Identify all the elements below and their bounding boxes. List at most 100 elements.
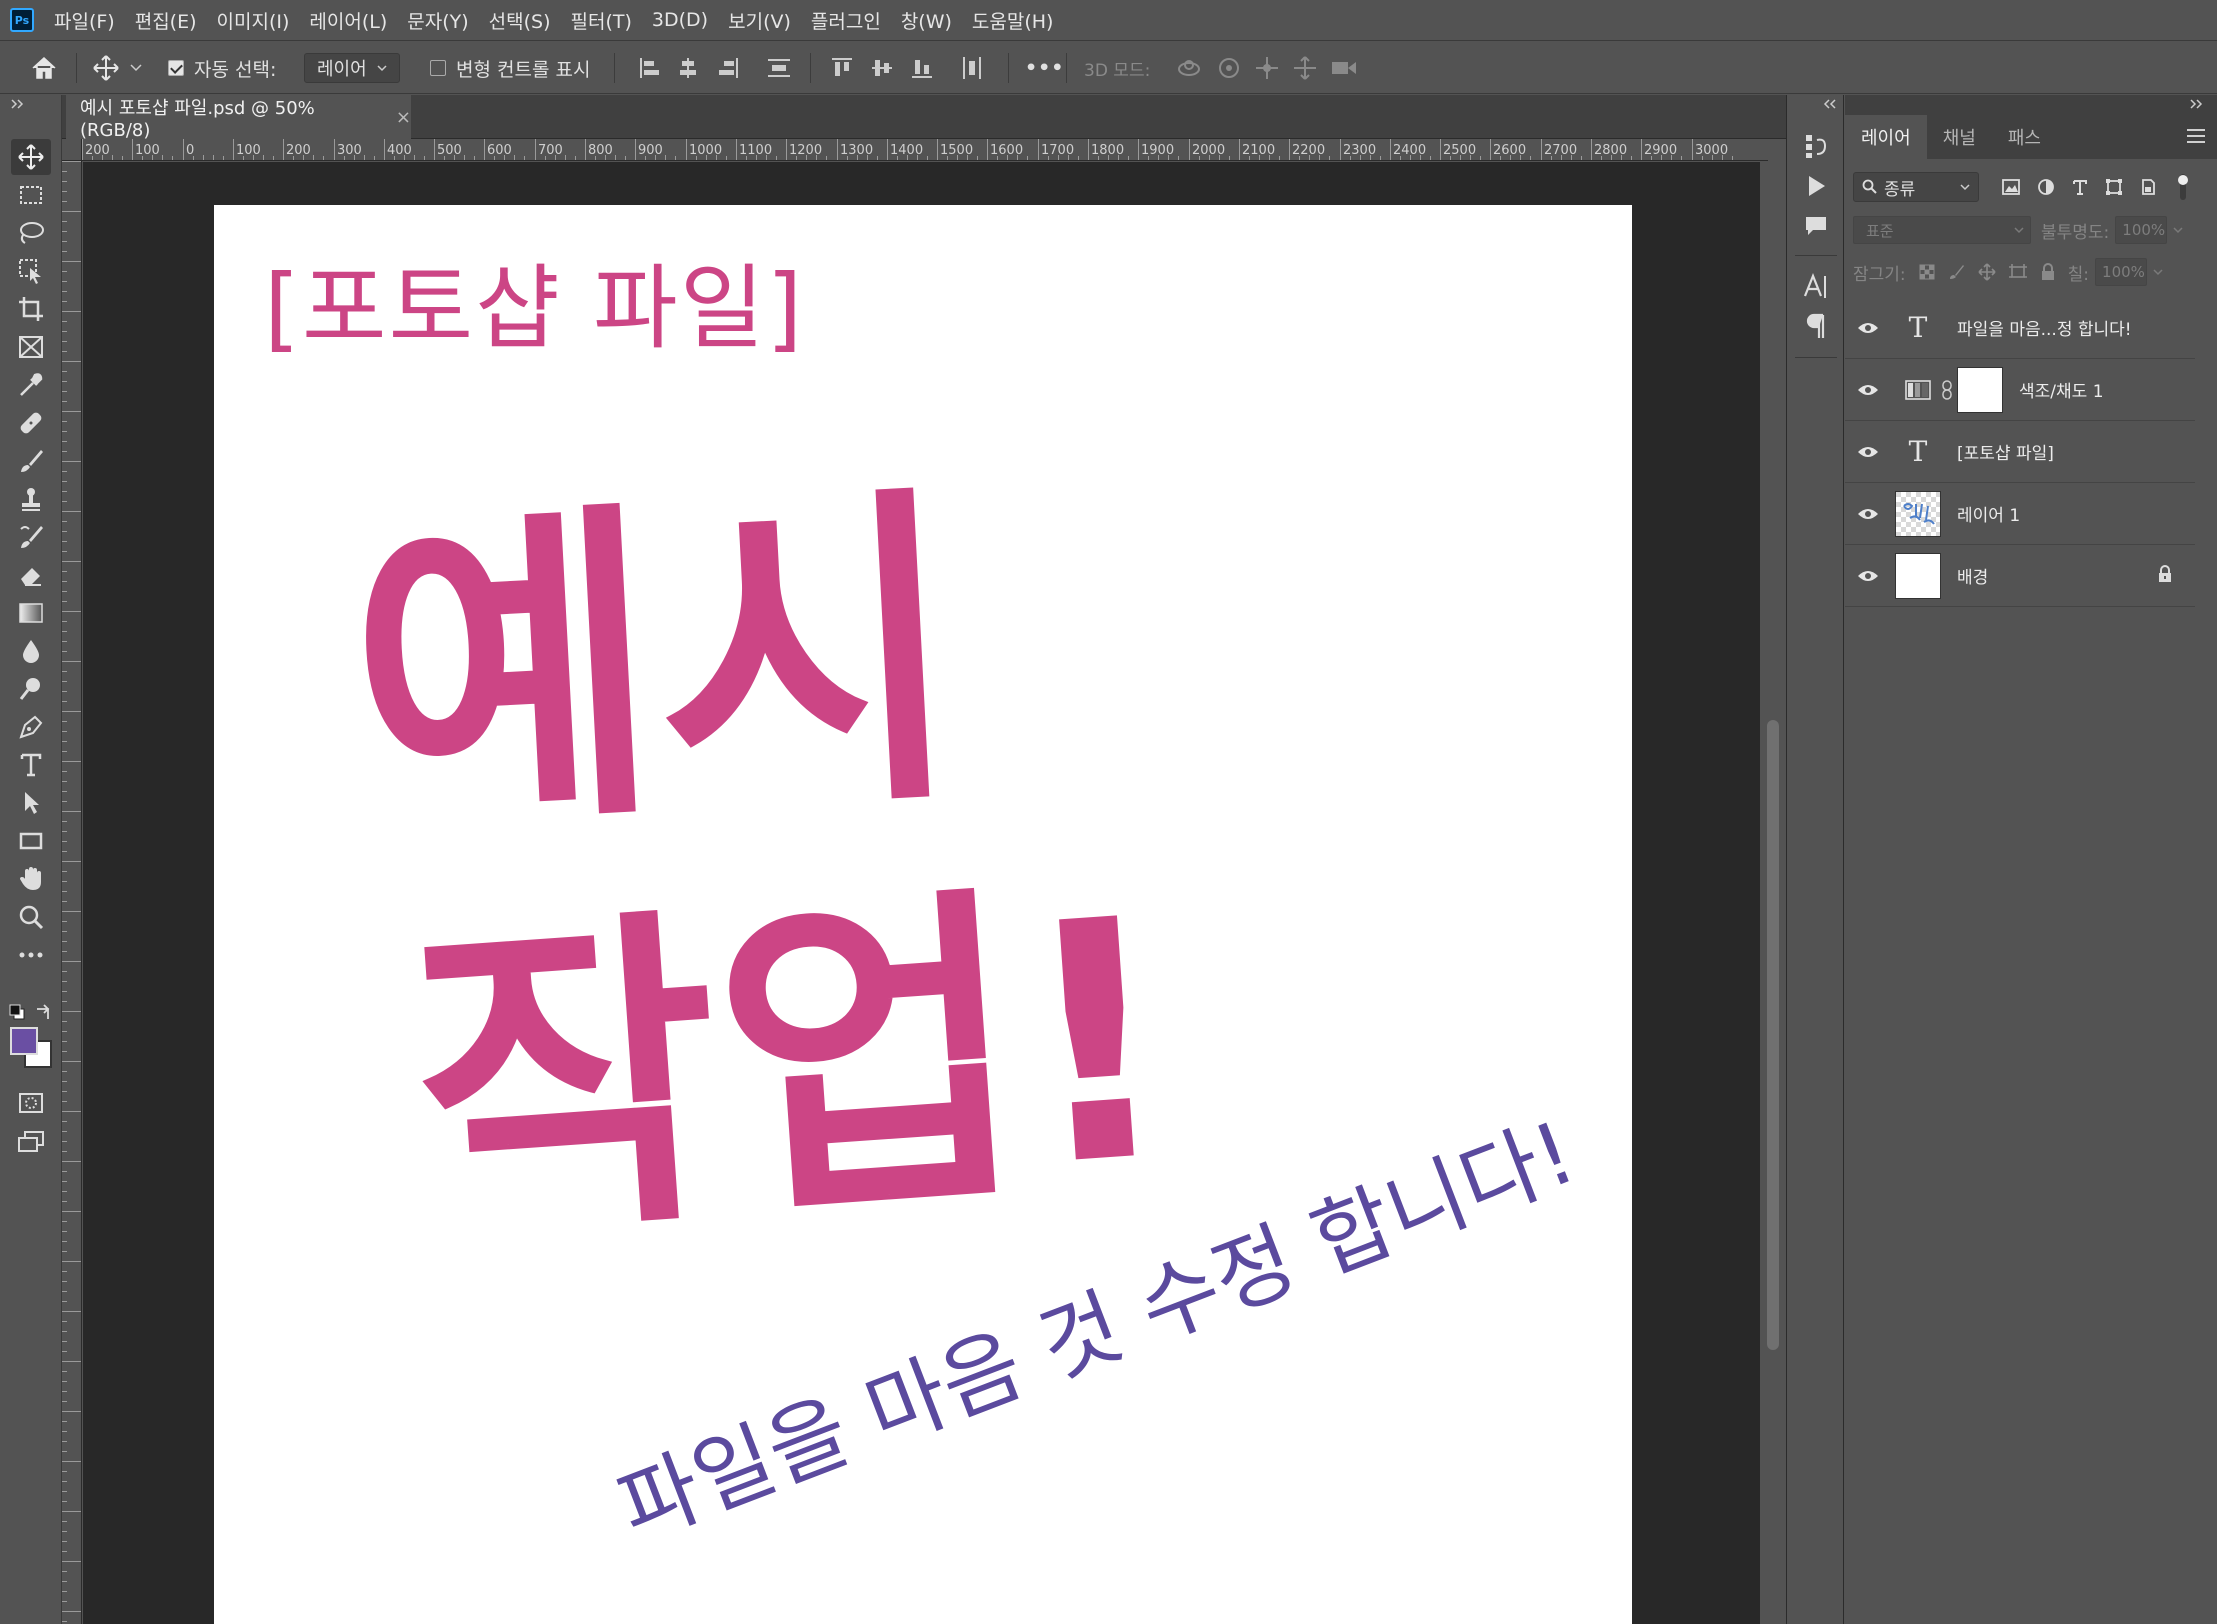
auto-select-target-dropdown[interactable]: 레이어 [304, 53, 400, 83]
align-bottom-icon[interactable] [910, 41, 934, 95]
filter-shape-icon[interactable] [2105, 178, 2123, 196]
layer-filter-dropdown[interactable]: 종류 [1853, 172, 1979, 202]
3d-slide-icon[interactable] [1292, 41, 1318, 95]
tab-paths[interactable]: 패스 [1992, 115, 2057, 159]
layer-row-hue-saturation[interactable]: 색조/채도 1 [1845, 359, 2195, 421]
swap-colors-icon[interactable] [34, 1003, 54, 1026]
3d-camera-icon[interactable] [1330, 41, 1358, 95]
pen-icon[interactable] [11, 709, 51, 745]
tab-layers[interactable]: 레이어 [1845, 115, 1927, 159]
align-left-icon[interactable] [638, 41, 662, 95]
path-select-icon[interactable] [11, 785, 51, 821]
menu-3d[interactable]: 3D(D) [652, 9, 708, 31]
3d-pan-icon[interactable] [1254, 41, 1280, 95]
comments-icon[interactable] [1801, 211, 1831, 241]
eraser-icon[interactable] [11, 557, 51, 593]
healing-icon[interactable] [11, 405, 51, 441]
tab-channels[interactable]: 채널 [1927, 115, 1992, 159]
blur-icon[interactable] [11, 633, 51, 669]
distribute-vertical-icon[interactable] [960, 41, 984, 95]
layer-row-background[interactable]: 배경 [1845, 545, 2195, 607]
3d-orbit-icon[interactable] [1176, 41, 1202, 95]
menu-edit[interactable]: 편집(E) [135, 7, 197, 34]
menu-type[interactable]: 문자(Y) [407, 7, 468, 34]
lock-image-icon[interactable] [1948, 263, 1966, 281]
lock-artboard-icon[interactable] [2008, 263, 2028, 281]
marquee-icon[interactable] [11, 177, 51, 213]
expand-chevrons-icon[interactable] [10, 99, 24, 109]
document-tab[interactable]: 예시 포토샵 파일.psd @ 50% (RGB/8) × [66, 95, 411, 141]
align-right-icon[interactable] [716, 41, 740, 95]
collapse-chevrons-icon[interactable] [1823, 99, 1837, 109]
lock-transparent-icon[interactable] [1918, 263, 1936, 281]
auto-select-check-mark[interactable] [168, 60, 184, 76]
more-options-icon[interactable]: ••• [1025, 41, 1064, 95]
history-brush-icon[interactable] [11, 519, 51, 555]
vertical-ruler[interactable] [62, 161, 82, 1624]
filter-pixel-icon[interactable] [2001, 178, 2021, 196]
scrollbar-thumb[interactable] [1767, 720, 1779, 1350]
close-icon[interactable]: × [396, 107, 411, 128]
layer-mask-thumbnail[interactable] [1957, 366, 2003, 413]
brush-icon[interactable] [11, 443, 51, 479]
character-panel-icon[interactable] [1801, 271, 1831, 301]
menu-select[interactable]: 선택(S) [489, 7, 551, 34]
opacity-input[interactable]: 100% [2115, 216, 2168, 244]
vertical-scrollbar[interactable] [1760, 162, 1786, 1624]
visibility-eye-icon[interactable] [1845, 569, 1891, 583]
chevron-down-icon[interactable] [2173, 226, 2183, 234]
frame-icon[interactable] [11, 329, 51, 365]
layer-thumbnail[interactable] [1895, 552, 1941, 599]
layer-row-subtitle-text[interactable]: T 파일을 마음...정 합니다! [1845, 297, 2195, 359]
quick-mask-icon[interactable] [11, 1085, 51, 1121]
transform-check-box[interactable] [430, 60, 446, 76]
visibility-eye-icon[interactable] [1845, 383, 1891, 397]
ruler-corner[interactable] [62, 139, 82, 161]
align-hcenter-icon[interactable] [676, 41, 700, 95]
object-select-icon[interactable] [11, 253, 51, 289]
document-canvas[interactable]: [포토샵 파일] 예시 작업! 파일을 마음 것 수정 합니다! [214, 205, 1632, 1624]
menu-plugins[interactable]: 플러그인 [811, 7, 881, 34]
auto-select-checkbox[interactable] [168, 41, 184, 95]
more-tools-icon[interactable] [11, 937, 51, 973]
crop-icon[interactable] [11, 291, 51, 327]
horizontal-ruler[interactable]: 200 100 0 100 200 300 400 500 600 700 800 900 1000 11… [82, 139, 1768, 161]
move-tool-preset-icon[interactable] [92, 41, 120, 95]
gradient-icon[interactable] [11, 595, 51, 631]
paragraph-panel-icon[interactable] [1801, 311, 1831, 341]
layer-thumbnail[interactable] [1895, 490, 1941, 537]
menu-view[interactable]: 보기(V) [728, 7, 791, 34]
dodge-icon[interactable] [11, 671, 51, 707]
visibility-eye-icon[interactable] [1845, 321, 1891, 335]
menu-window[interactable]: 창(W) [901, 7, 952, 34]
zoom-icon[interactable] [11, 899, 51, 935]
filter-smart-object-icon[interactable] [2139, 178, 2157, 196]
distribute-icon[interactable] [766, 41, 792, 95]
visibility-eye-icon[interactable] [1845, 445, 1891, 459]
rectangle-icon[interactable] [11, 823, 51, 859]
menu-help[interactable]: 도움말(H) [972, 7, 1054, 34]
default-colors-icon[interactable] [8, 1003, 26, 1026]
stamp-icon[interactable] [11, 481, 51, 517]
menu-filter[interactable]: 필터(T) [571, 7, 632, 34]
panel-menu-icon[interactable] [2187, 129, 2205, 143]
filter-toggle-icon[interactable] [2175, 172, 2191, 202]
lock-all-icon[interactable] [2040, 263, 2056, 281]
3d-roll-icon[interactable] [1216, 41, 1242, 95]
layer-row-title-text[interactable]: T [포토샵 파일] [1845, 421, 2195, 483]
align-vcenter-icon[interactable] [870, 41, 894, 95]
type-icon[interactable] [11, 747, 51, 783]
menu-image[interactable]: 이미지(I) [217, 7, 290, 34]
expand-chevrons-icon[interactable] [2189, 99, 2203, 109]
blend-mode-dropdown[interactable]: 표준 [1853, 216, 2031, 244]
align-top-icon[interactable] [830, 41, 854, 95]
transform-controls-checkbox[interactable] [430, 41, 446, 95]
menu-file[interactable]: 파일(F) [54, 7, 115, 34]
canvas-area[interactable]: [포토샵 파일] 예시 작업! 파일을 마음 것 수정 합니다! [83, 162, 1760, 1624]
chevron-down-icon[interactable] [2153, 268, 2163, 276]
fill-input[interactable]: 100% [2095, 258, 2148, 286]
filter-adjustment-icon[interactable] [2037, 178, 2055, 196]
menu-layer[interactable]: 레이어(L) [309, 7, 387, 34]
layer-row-layer-1[interactable]: 레이어 1 [1845, 483, 2195, 545]
visibility-eye-icon[interactable] [1845, 507, 1891, 521]
